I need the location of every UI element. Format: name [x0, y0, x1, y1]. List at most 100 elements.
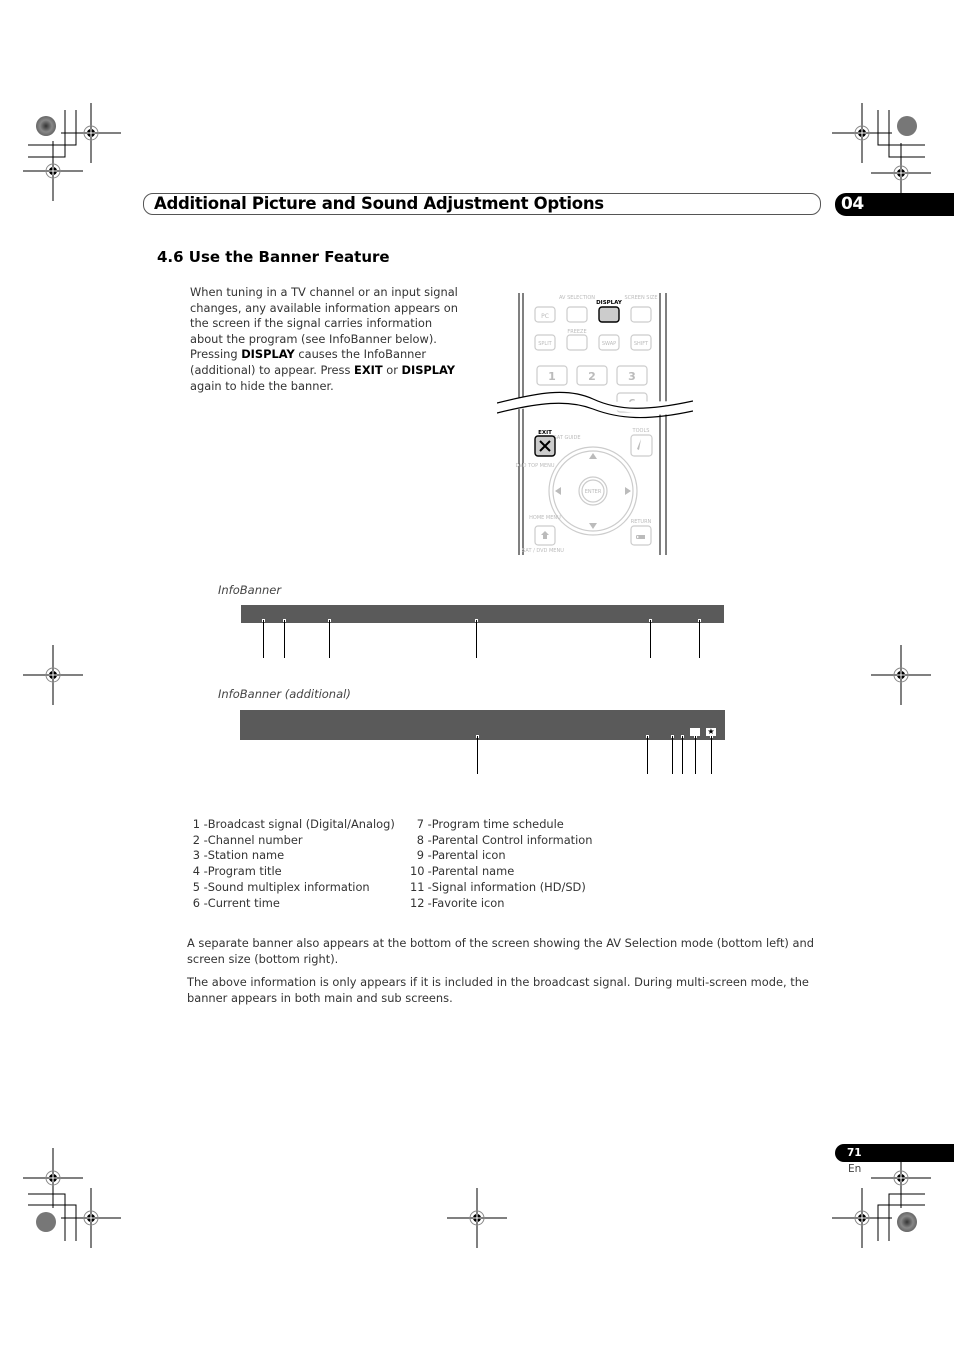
- up-arrow-icon[interactable]: [589, 453, 597, 459]
- callout-line: [672, 736, 673, 774]
- callout-line: [284, 620, 285, 658]
- enter-label: ENTER: [585, 489, 602, 495]
- legend-separator: -: [200, 848, 208, 863]
- legend-separator: -: [200, 864, 208, 879]
- legend-item: 4 - Program title: [190, 864, 405, 880]
- freeze-button[interactable]: [566, 334, 588, 351]
- exit-keyword: EXIT: [354, 362, 383, 377]
- home-menu-label: HOME MENU: [529, 515, 561, 521]
- legend-separator: -: [200, 817, 208, 831]
- legend-item: 8 - Parental Control information: [410, 833, 630, 849]
- callout-line: [263, 620, 264, 658]
- paragraph-separate-banner: A separate banner also appears at the bo…: [187, 936, 814, 966]
- legend-text: Program title: [207, 864, 282, 879]
- registration-mark-icon: [60, 102, 122, 164]
- registration-mark-icon: [22, 644, 84, 706]
- callout-line: [329, 620, 330, 658]
- callout-line: [695, 736, 696, 774]
- callout-tip: [646, 735, 649, 738]
- registration-mark-icon: [831, 102, 893, 164]
- legend-item: 6 - Current time: [190, 896, 405, 912]
- intro-paragraph: When tuning in a TV channel or an input …: [190, 285, 465, 394]
- tools-button[interactable]: [630, 434, 653, 457]
- infobanner-additional-label: InfoBanner (additional): [218, 687, 351, 701]
- display-button[interactable]: [598, 306, 620, 323]
- chapter-number: 04: [841, 194, 864, 214]
- legend-left: 1 - Broadcast signal (Digital/Analog) 2 -C…: [190, 817, 405, 911]
- legend-item: 12 - Favorite icon: [410, 896, 630, 912]
- down-arrow-icon[interactable]: [589, 523, 597, 529]
- legend-number: 9: [416, 848, 424, 863]
- legend-number: 12: [410, 895, 425, 910]
- number-3-label: 3: [628, 370, 636, 383]
- legend-item: 9 - Parental icon: [410, 848, 630, 864]
- infobanner-label: InfoBanner: [218, 583, 282, 597]
- screen-size-label: SCREEN SIZE: [624, 295, 657, 301]
- color-target-icon: [897, 116, 917, 136]
- freeze-label: FREEZE: [567, 329, 586, 335]
- infobanner-additional: [240, 710, 725, 740]
- callout-line: [682, 736, 683, 774]
- legend-number: 1: [192, 817, 200, 831]
- legend-item: 2 - Channel number: [190, 833, 405, 849]
- av-selection-label: AV SELECTION: [559, 295, 595, 301]
- callout-tip: [681, 735, 684, 738]
- chapter-title: Additional Picture and Sound Adjustment …: [154, 194, 604, 213]
- legend-separator: -: [424, 817, 432, 831]
- legend-number: 3: [192, 848, 200, 863]
- exit-label: EXIT: [538, 430, 552, 436]
- intro-text: again to hide the banner.: [190, 378, 334, 393]
- callout-tip: [671, 735, 674, 738]
- color-target-icon: [897, 1212, 917, 1232]
- remote-control-illustration: PC AV SELECTION SCREEN SIZE SPLIT FREEZE…: [497, 293, 693, 555]
- legend-text: Sound multiplex information: [207, 879, 370, 894]
- legend-text: Program time schedule: [431, 817, 564, 831]
- callout-tip: [328, 619, 331, 622]
- legend-item: 10 - Parental name: [410, 864, 630, 880]
- legend-text: Parental icon: [431, 848, 506, 863]
- tools-label: TOOLS: [632, 428, 650, 434]
- screen-size-button[interactable]: [630, 306, 652, 323]
- legend-separator: -: [424, 895, 432, 910]
- legend-item: 5 - Sound multiplex information: [190, 880, 405, 896]
- callout-line: [711, 736, 712, 774]
- callout-tip: [649, 619, 652, 622]
- legend-text: Parental name: [431, 864, 515, 879]
- page-language: En: [848, 1163, 862, 1175]
- registration-mark-icon: [22, 1147, 84, 1209]
- legend-separator: -: [424, 848, 432, 863]
- legend-separator: -: [424, 864, 432, 879]
- sat-dvd-menu-label: SAT / DVD MENU: [522, 548, 564, 554]
- callout-line: [477, 736, 478, 774]
- legend-number: 6: [192, 895, 200, 910]
- split-label: SPLIT: [538, 341, 552, 347]
- av-selection-button[interactable]: [566, 306, 588, 323]
- left-arrow-icon[interactable]: [555, 487, 561, 495]
- legend-separator: -: [424, 879, 432, 894]
- legend-separator: -: [200, 832, 208, 847]
- shift-label: SHIFT: [634, 341, 649, 347]
- legend-text: Station name: [207, 848, 285, 863]
- number-2-label: 2: [588, 370, 596, 383]
- legend-text: Parental Control information: [431, 832, 593, 847]
- paragraph-broadcast-info: The above information is only appears if…: [187, 975, 809, 1005]
- legend-separator: -: [424, 832, 432, 847]
- legend-number: 4: [192, 864, 200, 879]
- right-arrow-icon[interactable]: [625, 487, 631, 495]
- callout-line: [650, 620, 651, 658]
- callout-line: [699, 620, 700, 658]
- legend-right: 7 - Program time schedule 8 - Parental Cont…: [410, 817, 630, 911]
- swap-label: SWAP: [602, 341, 616, 347]
- legend-number: 7: [416, 817, 424, 831]
- callout-tip: [262, 619, 265, 622]
- registration-mark-icon: [870, 644, 932, 706]
- color-target-icon: [36, 1212, 56, 1232]
- registration-mark-icon: [831, 1187, 893, 1249]
- legend-number: 2: [192, 832, 200, 847]
- registration-mark-icon: [22, 140, 84, 202]
- callout-tip: [698, 619, 701, 622]
- legend-number: 11: [410, 879, 425, 894]
- legend-separator: -: [200, 895, 208, 910]
- legend-separator: -: [200, 879, 208, 894]
- legend-item: 3 - Station name: [190, 848, 405, 864]
